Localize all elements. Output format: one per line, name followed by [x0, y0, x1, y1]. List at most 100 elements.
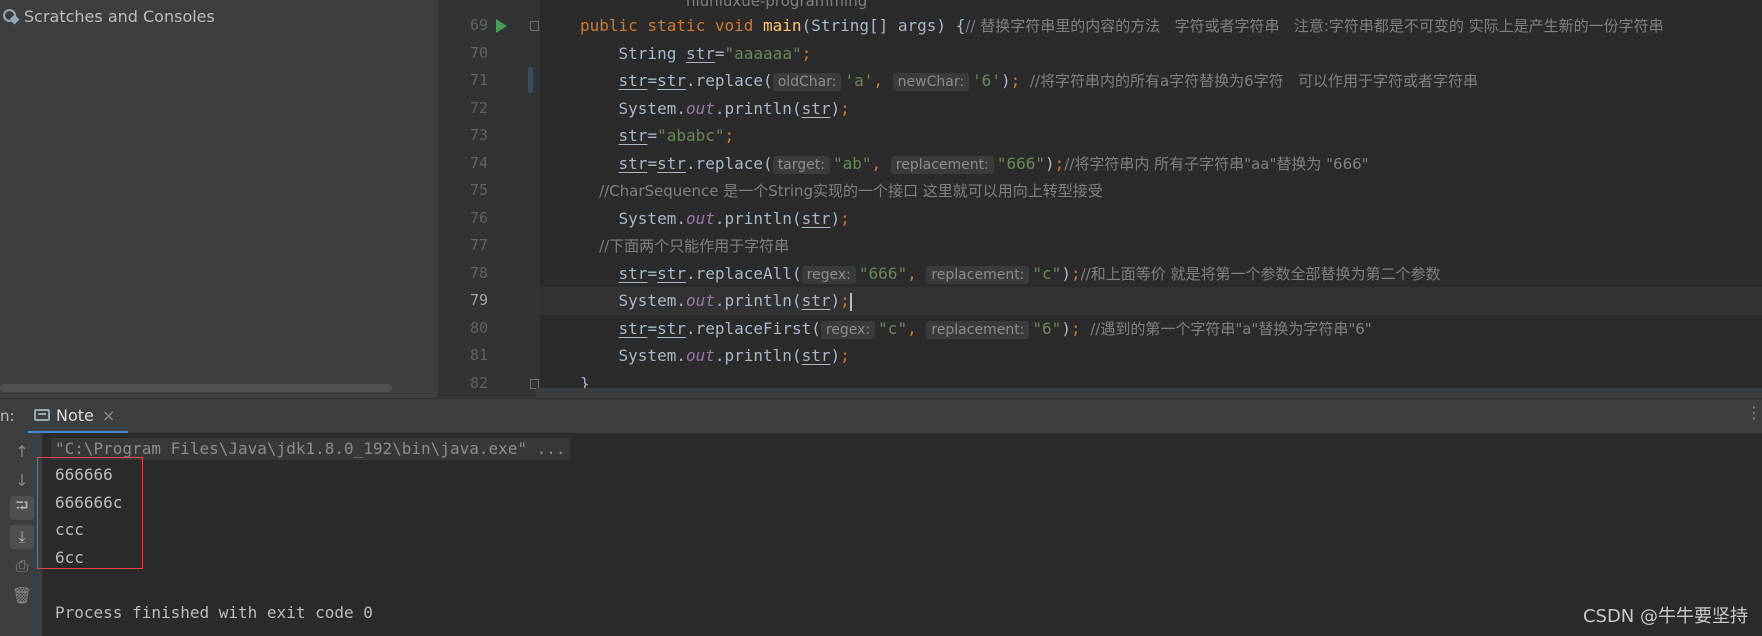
line-number: 73: [469, 126, 488, 144]
gutter-line[interactable]: 79: [438, 287, 540, 315]
line-number: 82: [469, 373, 488, 392]
gutter-line[interactable]: 80: [438, 315, 540, 343]
gutter-line[interactable]: 81: [438, 342, 540, 370]
code-token: System.: [580, 208, 686, 228]
options-icon[interactable]: ⋮: [1746, 403, 1762, 422]
code-token: ;: [840, 291, 850, 310]
gutter-line[interactable]: 72: [438, 95, 540, 123]
code-line-content: System.out.println(str);: [580, 287, 852, 315]
code-token: str: [618, 263, 648, 283]
code-line[interactable]: System.out.println(str);: [540, 95, 1762, 123]
gutter-line[interactable]: 78: [438, 260, 540, 288]
line-number: 72: [469, 98, 488, 117]
code-token: .replaceFirst(: [685, 318, 821, 338]
code-token: ): [830, 291, 841, 310]
code-line-content: public static void main(String[] args) {…: [580, 12, 1664, 41]
code-line[interactable]: //下面两个只能作用于字符串: [540, 232, 1762, 260]
code-line[interactable]: System.out.println(str);: [540, 287, 1762, 315]
soft-wrap-icon[interactable]: ⮒: [10, 496, 34, 520]
gutter-line[interactable]: 76: [438, 205, 540, 233]
code-token: ,: [907, 318, 927, 338]
code-area[interactable]: niuniuxue-programming public static void…: [540, 0, 1762, 398]
code-token: ): [830, 346, 841, 365]
gutter-line[interactable]: 73: [438, 122, 540, 150]
gutter-line[interactable]: 74: [438, 150, 540, 178]
code-token: str: [618, 126, 648, 145]
gutter-line[interactable]: 70: [438, 40, 540, 68]
project-horizontal-scrollbar[interactable]: [0, 384, 392, 392]
code-token: ;: [724, 126, 735, 145]
code-token: =: [647, 263, 658, 283]
code-line-content: //CharSequence 是一个String实现的一个接口 这里就可以用向上…: [580, 177, 1103, 206]
fold-icon[interactable]: [530, 378, 539, 389]
code-token: ): [1061, 263, 1071, 283]
code-token: out: [685, 291, 715, 310]
parameter-hint: replacement:: [926, 320, 1030, 339]
print-icon[interactable]: ⎙: [10, 554, 34, 578]
code-token: ;: [1070, 318, 1091, 338]
line-number: 81: [469, 346, 488, 364]
code-token: .replace(: [685, 153, 773, 173]
gutter-line[interactable]: 77: [438, 232, 540, 260]
code-token: ): [830, 208, 841, 228]
code-editor[interactable]: 69 70 71 72 73 74 75 76 77 78 79 80 81 82 niuniuxue-p…: [438, 0, 1762, 398]
code-token: .println(: [714, 291, 802, 310]
code-token: out: [685, 98, 715, 118]
code-token: str: [801, 98, 831, 118]
tree-item-scratches[interactable]: Scratches and Consoles: [2, 5, 215, 27]
editor-horizontal-scrollbar[interactable]: [536, 388, 1762, 398]
code-token: str: [801, 291, 831, 310]
breadcrumb: niuniuxue-programming: [686, 0, 868, 10]
code-token: .println(: [714, 346, 802, 365]
code-line[interactable]: str=str.replaceAll(regex: "666", replacem…: [540, 260, 1762, 288]
tab-label: Note: [56, 405, 94, 425]
code-line[interactable]: //CharSequence 是一个String实现的一个接口 这里就可以用向上…: [540, 177, 1762, 205]
watermark: CSDN @牛牛要坚持: [1582, 606, 1748, 627]
scroll-to-end-icon[interactable]: ⤓: [10, 525, 34, 549]
code-token: out: [685, 208, 715, 228]
code-token: str: [801, 346, 831, 365]
code-line[interactable]: str=str.replace(target: "ab", replacement…: [540, 150, 1762, 178]
run-label: n:: [0, 407, 15, 425]
gutter-line[interactable]: 82: [438, 370, 540, 398]
line-number: 79: [469, 291, 488, 309]
run-toolbar: ↑ ↓ ⮒ ⤓ ⎙ 🗑: [0, 433, 42, 636]
gutter-line[interactable]: 71: [438, 67, 540, 95]
code-token: .replace(: [685, 71, 773, 90]
code-token: ): [1045, 153, 1055, 173]
trash-icon[interactable]: 🗑: [10, 583, 34, 607]
code-line-content: str=str.replaceAll(regex: "666", replacem…: [580, 260, 1440, 290]
code-line[interactable]: System.out.println(str);: [540, 205, 1762, 233]
line-number: 71: [469, 71, 488, 89]
code-line[interactable]: str=str.replaceFirst(regex: "c", replacem…: [540, 315, 1762, 343]
code-line[interactable]: str="ababc";: [540, 122, 1762, 150]
close-icon[interactable]: ×: [102, 406, 115, 425]
project-panel: Scratches and Consoles: [0, 0, 438, 398]
code-token: ;: [1010, 71, 1030, 90]
console-exit-message: Process finished with exit code 0: [55, 603, 373, 622]
code-token: System.: [580, 346, 686, 365]
code-token: ;: [1054, 153, 1065, 173]
gutter-line[interactable]: 75: [438, 177, 540, 205]
code-token: ): [1061, 318, 1071, 338]
code-line[interactable]: public static void main(String[] args) {…: [540, 12, 1762, 40]
change-marker: [528, 67, 533, 93]
tab-note[interactable]: Note ×: [28, 399, 128, 434]
code-token: =: [647, 71, 658, 90]
code-line[interactable]: String str="aaaaaa";: [540, 40, 1762, 68]
code-token: str: [618, 71, 648, 90]
code-line[interactable]: str=str.replace(oldChar:'a', newChar: '6'…: [540, 67, 1762, 95]
code-line[interactable]: System.out.println(str);: [540, 342, 1762, 370]
arrow-down-icon[interactable]: ↓: [10, 468, 34, 492]
console-output[interactable]: "C:\Program Files\Java\jdk1.8.0_192\bin\…: [37, 433, 1762, 636]
code-token: //CharSequence 是一个String实现的一个接口 这里就可以用向上…: [580, 182, 1103, 200]
run-gutter-icon[interactable]: [496, 19, 507, 33]
code-token: ,: [871, 153, 891, 173]
fold-icon[interactable]: [530, 21, 539, 31]
code-token: 'a': [844, 71, 874, 90]
code-line-content: str=str.replace(oldChar:'a', newChar: '6'…: [580, 67, 1478, 97]
gutter-line[interactable]: 69: [438, 12, 540, 40]
parameter-hint: replacement:: [890, 155, 994, 174]
arrow-up-icon[interactable]: ↑: [10, 439, 34, 463]
